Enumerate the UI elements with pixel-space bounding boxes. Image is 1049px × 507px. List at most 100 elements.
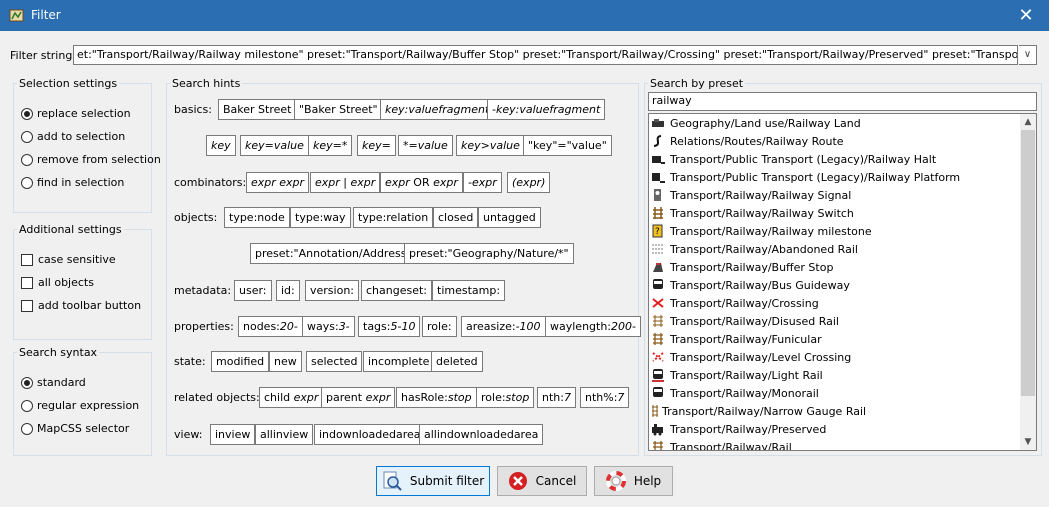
- hint-chip[interactable]: key>value: [456, 135, 525, 156]
- radio-regular-expression[interactable]: regular expression: [21, 399, 139, 412]
- hint-chip[interactable]: incomplete: [363, 351, 435, 372]
- hint-chip[interactable]: expr | expr: [310, 172, 381, 193]
- scroll-up-icon[interactable]: ▲: [1020, 114, 1036, 130]
- hint-chip[interactable]: (expr): [507, 172, 551, 193]
- radio-button[interactable]: [21, 176, 33, 189]
- radio-find-in-selection[interactable]: find in selection: [21, 176, 124, 189]
- hint-chip[interactable]: *=value: [398, 135, 453, 156]
- hint-chip[interactable]: key:valuefragment: [380, 99, 495, 120]
- hint-chip[interactable]: areasize:-100: [461, 316, 546, 337]
- list-item[interactable]: Transport/Public Transport (Legacy)/Rail…: [651, 150, 936, 168]
- radio-standard[interactable]: standard: [21, 376, 86, 389]
- list-item[interactable]: Transport/Railway/Monorail: [651, 384, 819, 402]
- checkbox[interactable]: [21, 299, 33, 312]
- hint-chip[interactable]: version:: [305, 280, 359, 301]
- radio-button[interactable]: [21, 107, 33, 120]
- list-item[interactable]: Geography/Land use/Railway Land: [651, 114, 861, 132]
- list-item[interactable]: ? Transport/Railway/Railway milestone: [651, 222, 872, 240]
- hint-chip[interactable]: expr OR expr: [380, 172, 463, 193]
- hint-chip[interactable]: key=*: [308, 135, 353, 156]
- list-item[interactable]: Transport/Railway/Abandoned Rail: [651, 240, 858, 258]
- hint-chip[interactable]: tags:5-10: [358, 316, 421, 337]
- hint-chip[interactable]: role:stop: [476, 387, 535, 408]
- scroll-thumb[interactable]: [1021, 130, 1035, 396]
- hint-chip[interactable]: allindownloadedarea: [419, 424, 544, 445]
- list-item[interactable]: Transport/Railway/Bus Guideway: [651, 276, 850, 294]
- checkbox[interactable]: [21, 253, 33, 266]
- radio-button[interactable]: [21, 376, 33, 389]
- hint-chip[interactable]: hasRole:stop: [396, 387, 477, 408]
- hint-chip[interactable]: Baker Street: [218, 99, 297, 120]
- list-item[interactable]: Transport/Railway/Disused Rail: [651, 312, 839, 330]
- radio-button[interactable]: [21, 422, 33, 435]
- hint-chip[interactable]: nth%:7: [580, 387, 630, 408]
- list-item[interactable]: Transport/Railway/Buffer Stop: [651, 258, 833, 276]
- radio-replace-selection[interactable]: replace selection: [21, 107, 131, 120]
- checkbox-add-toolbar-button[interactable]: add toolbar button: [21, 299, 141, 312]
- hint-chip[interactable]: preset:"Annotation/Address": [250, 243, 417, 264]
- preset-list[interactable]: Geography/Land use/Railway Land Relation…: [648, 113, 1037, 451]
- cancel-button[interactable]: Cancel: [497, 466, 587, 496]
- hint-chip[interactable]: ways:3-: [302, 316, 355, 337]
- checkbox-all-objects[interactable]: all objects: [21, 276, 94, 289]
- preset-list-scrollbar[interactable]: ▲ ▼: [1020, 114, 1036, 450]
- hint-chip[interactable]: changeset:: [361, 280, 432, 301]
- list-item[interactable]: Transport/Public Transport (Legacy)/Rail…: [651, 168, 960, 186]
- hint-chip[interactable]: role:: [422, 316, 457, 337]
- radio-mapcss-selector[interactable]: MapCSS selector: [21, 422, 129, 435]
- hint-chip[interactable]: indownloadedarea: [314, 424, 426, 445]
- list-item[interactable]: Transport/Railway/Level Crossing: [651, 348, 851, 366]
- hint-chip[interactable]: id:: [276, 280, 300, 301]
- list-item[interactable]: Transport/Railway/Preserved: [651, 420, 826, 438]
- hint-chip[interactable]: parent expr: [321, 387, 396, 408]
- hint-chip[interactable]: modified: [211, 351, 270, 372]
- hint-chip[interactable]: preset:"Geography/Nature/*": [404, 243, 574, 264]
- help-button[interactable]: Help: [594, 466, 673, 496]
- list-item[interactable]: Relations/Routes/Railway Route: [651, 132, 844, 150]
- list-item[interactable]: Transport/Railway/Railway Switch: [651, 204, 854, 222]
- checkbox-case-sensitive[interactable]: case sensitive: [21, 253, 116, 266]
- radio-add-to-selection[interactable]: add to selection: [21, 130, 125, 143]
- hint-chip[interactable]: timestamp:: [432, 280, 506, 301]
- list-item[interactable]: Transport/Railway/Railway Signal: [651, 186, 851, 204]
- hint-chip[interactable]: untagged: [478, 207, 541, 228]
- hint-chip[interactable]: inview: [210, 424, 256, 445]
- hint-chip[interactable]: key: [206, 135, 236, 156]
- list-item[interactable]: Transport/Railway/Rail: [651, 438, 792, 450]
- hint-chip[interactable]: nth:7: [537, 387, 576, 408]
- preset-search-input[interactable]: railway: [648, 92, 1037, 111]
- hint-chip[interactable]: allinview: [255, 424, 314, 445]
- hint-chip[interactable]: child expr: [259, 387, 324, 408]
- chevron-down-icon[interactable]: ∨: [1019, 45, 1037, 65]
- radio-remove-from-selection[interactable]: remove from selection: [21, 153, 161, 166]
- hint-chip[interactable]: type:way: [290, 207, 351, 228]
- radio-button[interactable]: [21, 399, 33, 412]
- checkbox[interactable]: [21, 276, 33, 289]
- close-icon[interactable]: ✕: [1003, 0, 1049, 31]
- filter-string-input[interactable]: et:"Transport/Railway/Railway milestone"…: [73, 45, 1018, 65]
- list-item[interactable]: Transport/Railway/Light Rail: [651, 366, 823, 384]
- hint-chip[interactable]: expr expr: [246, 172, 310, 193]
- list-item[interactable]: Transport/Railway/Crossing: [651, 294, 819, 312]
- hint-chip[interactable]: type:node: [224, 207, 290, 228]
- hint-chip[interactable]: "key"="value": [523, 135, 612, 156]
- hint-chip[interactable]: -expr: [463, 172, 502, 193]
- radio-button[interactable]: [21, 130, 33, 143]
- hint-chip[interactable]: -key:valuefragment: [487, 99, 606, 120]
- hint-chip[interactable]: closed: [433, 207, 479, 228]
- hint-chip[interactable]: key=: [357, 135, 396, 156]
- hint-chip[interactable]: new: [269, 351, 302, 372]
- list-item[interactable]: Transport/Railway/Funicular: [651, 330, 822, 348]
- hint-chip[interactable]: waylength:200-: [545, 316, 641, 337]
- hint-chip[interactable]: type:relation: [353, 207, 434, 228]
- submit-filter-button[interactable]: Submit filter: [376, 466, 490, 496]
- hint-chip[interactable]: deleted: [431, 351, 483, 372]
- scroll-down-icon[interactable]: ▼: [1020, 434, 1036, 450]
- hint-chip[interactable]: nodes:20-: [238, 316, 303, 337]
- radio-button[interactable]: [21, 153, 33, 166]
- hint-chip[interactable]: user:: [234, 280, 272, 301]
- list-item[interactable]: Transport/Railway/Narrow Gauge Rail: [651, 402, 866, 420]
- hint-chip[interactable]: key=value: [240, 135, 309, 156]
- hint-chip[interactable]: "Baker Street": [294, 99, 383, 120]
- hint-chip[interactable]: selected: [306, 351, 363, 372]
